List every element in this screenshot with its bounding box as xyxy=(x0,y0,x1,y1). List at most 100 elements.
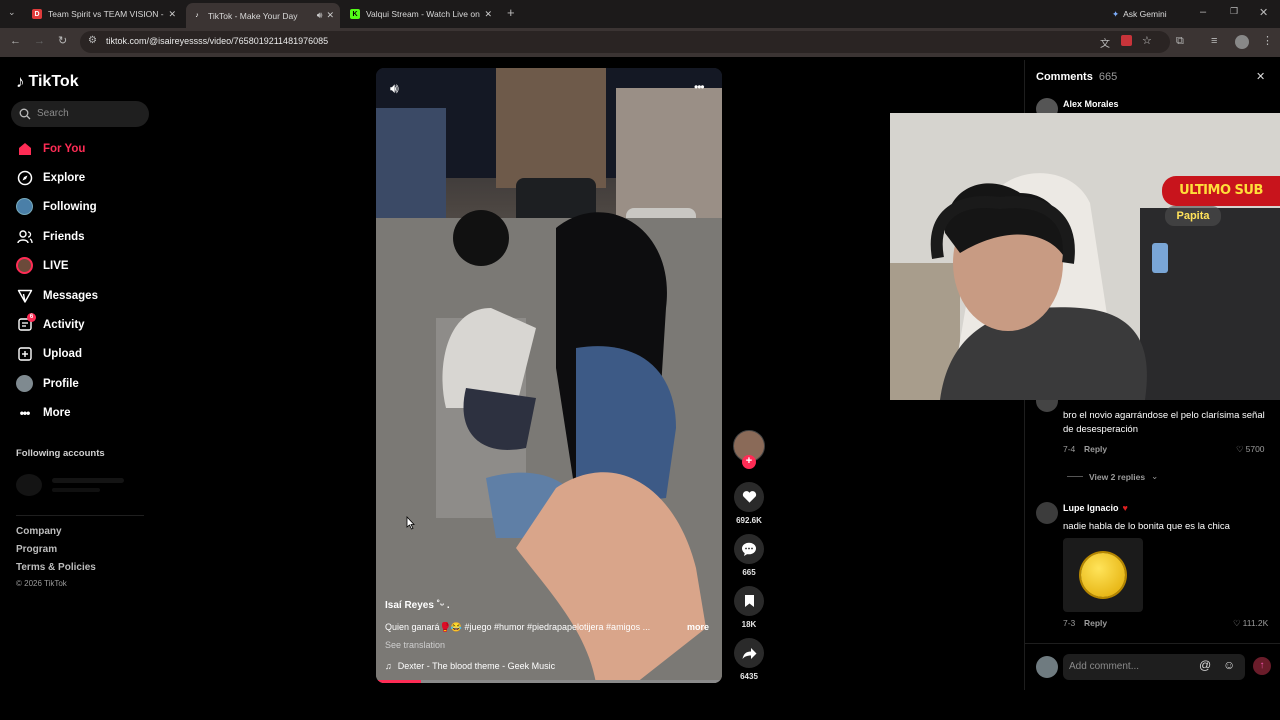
music-title: Dexter - The blood theme - Geek Music xyxy=(397,661,556,671)
like-button[interactable]: 692.6K xyxy=(733,482,765,525)
translate-icon[interactable]: 文 xyxy=(1100,35,1110,50)
nav-for-you[interactable]: For You xyxy=(16,140,85,157)
tab-tiktok[interactable]: ♪ TikTok - Make Your Day 🔊︎ ✕ xyxy=(186,3,340,28)
save-button[interactable]: 18K xyxy=(733,586,765,629)
heart-icon xyxy=(742,491,756,503)
nav-following[interactable]: Following xyxy=(16,198,97,215)
restore-icon[interactable]: ❐ xyxy=(1230,6,1238,17)
new-tab-icon[interactable]: + xyxy=(507,5,515,20)
comment-date: 7-4 xyxy=(1063,444,1076,454)
forward-icon[interactable]: → xyxy=(34,35,45,47)
sidebar-divider xyxy=(16,515,144,516)
tiktok-logo[interactable]: ♪ TikTok xyxy=(16,72,79,92)
bookmark-star-icon[interactable]: ☆ xyxy=(1142,34,1152,47)
search-input[interactable]: Search xyxy=(11,101,149,127)
media-icon[interactable]: ≡ xyxy=(1211,35,1217,47)
follow-plus-icon[interactable]: + xyxy=(742,455,756,469)
more-button[interactable]: more xyxy=(687,622,709,632)
live-avatar-icon xyxy=(16,257,33,274)
extension-red-icon[interactable] xyxy=(1121,35,1132,46)
reload-icon[interactable]: ↻ xyxy=(58,34,67,47)
profile-avatar-icon xyxy=(16,375,33,392)
tab-team-spirit[interactable]: D Team Spirit vs TEAM VISION - T ✕ xyxy=(26,4,182,24)
tab-kick[interactable]: K Valqui Stream - Watch Live on ✕ xyxy=(344,4,498,24)
upload-icon xyxy=(16,345,33,362)
comments-title: Comments xyxy=(1036,71,1093,83)
emoji-icon[interactable]: ☺ xyxy=(1223,658,1235,672)
sticker-emoji-image[interactable] xyxy=(1063,538,1143,612)
reply-button[interactable]: Reply xyxy=(1084,618,1107,628)
close-icon[interactable]: ✕ xyxy=(326,10,334,21)
footer-company[interactable]: Company xyxy=(16,526,62,537)
nav-label: More xyxy=(43,406,71,419)
nav-profile[interactable]: Profile xyxy=(16,375,79,392)
comment-likes[interactable]: ♡ 111.2K xyxy=(1233,618,1268,629)
chevron-down-icon: ⌄ xyxy=(1151,471,1159,481)
comment-likes[interactable]: ♡ 5700 xyxy=(1236,444,1265,455)
following-account-placeholder-text xyxy=(52,478,124,483)
progress-track[interactable] xyxy=(376,680,722,683)
menu-kebab-icon[interactable]: ⋮ xyxy=(1262,34,1273,47)
nav-upload[interactable]: Upload xyxy=(16,345,82,362)
tab-list-icon[interactable]: ⌄ xyxy=(8,7,16,18)
nav-live[interactable]: LIVE xyxy=(16,257,69,274)
footer-terms[interactable]: Terms & Policies xyxy=(16,562,96,573)
commenter-avatar[interactable] xyxy=(1036,502,1058,524)
browser-toolbar: ← → ↻ ⚙ tiktok.com/@isaireyessss/video/7… xyxy=(0,28,1280,57)
back-icon[interactable]: ← xyxy=(10,35,21,47)
close-icon[interactable]: ✕ xyxy=(168,9,176,20)
comment-button[interactable]: 665 xyxy=(733,534,765,577)
add-comment-input[interactable]: Add comment... @ ☺ xyxy=(1063,654,1245,680)
gemini-icon: ✦ xyxy=(1112,8,1120,19)
extensions-icon[interactable]: ⧉ xyxy=(1176,35,1184,48)
more-icon: ••• xyxy=(19,405,31,420)
share-count: 6435 xyxy=(740,672,758,681)
nav-messages[interactable]: Messages xyxy=(16,287,98,304)
nav-explore[interactable]: Explore xyxy=(16,169,85,186)
window-close-icon[interactable]: ✕ xyxy=(1259,6,1268,19)
site-info-icon[interactable]: ⚙ xyxy=(88,35,97,46)
video-player[interactable]: 🔊︎ ••• Isaí Reyes ˚ᵕ . Quien ganará🥊😂 #j… xyxy=(376,68,722,683)
view-replies-button[interactable]: View 2 replies ⌄ xyxy=(1067,471,1158,482)
see-translation-link[interactable]: See translation xyxy=(385,640,445,650)
streamer-webcam: ULTIMO SUB Papita xyxy=(890,113,1280,400)
share-icon xyxy=(742,647,756,659)
share-button[interactable]: 6435 xyxy=(733,638,765,681)
commenter-name[interactable]: Alex Morales xyxy=(1063,99,1119,109)
tab-title: Team Spirit vs TEAM VISION - T xyxy=(48,9,165,19)
comment-icon xyxy=(742,542,756,556)
my-avatar xyxy=(1036,656,1058,678)
music-row[interactable]: ♫ Dexter - The blood theme - Geek Music xyxy=(385,661,555,671)
nav-label: Friends xyxy=(43,230,85,243)
commenter-name-row[interactable]: Lupe Ignacio ♥ xyxy=(1063,503,1128,513)
nav-label: LIVE xyxy=(43,259,69,272)
post-comment-button[interactable]: ↑ xyxy=(1253,657,1271,675)
speaker-icon[interactable]: 🔊︎ xyxy=(317,10,323,21)
profile-avatar-icon[interactable] xyxy=(1235,35,1249,49)
following-account-placeholder-text xyxy=(52,488,100,492)
tiktok-icon: ♪ xyxy=(195,12,199,19)
nav-friends[interactable]: Friends xyxy=(16,228,85,245)
url-text: tiktok.com/@isaireyessss/video/765801921… xyxy=(106,36,329,46)
close-icon[interactable]: ✕ xyxy=(484,9,492,20)
reply-button[interactable]: Reply xyxy=(1084,444,1107,454)
close-comments-icon[interactable]: ✕ xyxy=(1256,70,1265,83)
minimize-icon[interactable]: – xyxy=(1200,6,1206,18)
tab-favicon: D xyxy=(32,9,42,19)
ask-gemini-button[interactable]: ✦ Ask Gemini xyxy=(1106,6,1173,22)
volume-icon[interactable]: 🔊︎ xyxy=(390,80,399,97)
last-sub-banner: ULTIMO SUB xyxy=(1162,176,1280,206)
nav-label: Following xyxy=(43,200,97,213)
nav-label: Upload xyxy=(43,347,82,360)
nav-more[interactable]: ••• More xyxy=(16,404,71,421)
commenter-name: Lupe Ignacio xyxy=(1063,503,1119,513)
nav-activity[interactable]: 6 Activity xyxy=(16,313,85,333)
video-author[interactable]: Isaí Reyes ˚ᵕ . xyxy=(385,600,450,611)
commenter-avatar[interactable] xyxy=(1036,398,1058,412)
footer-program[interactable]: Program xyxy=(16,544,57,555)
mention-icon[interactable]: @ xyxy=(1199,658,1211,672)
comments-header: Comments 665 xyxy=(1036,71,1117,83)
video-more-icon[interactable]: ••• xyxy=(694,80,705,94)
bookmark-icon xyxy=(744,595,754,607)
address-bar[interactable]: ⚙ tiktok.com/@isaireyessss/video/7658019… xyxy=(80,31,1170,53)
